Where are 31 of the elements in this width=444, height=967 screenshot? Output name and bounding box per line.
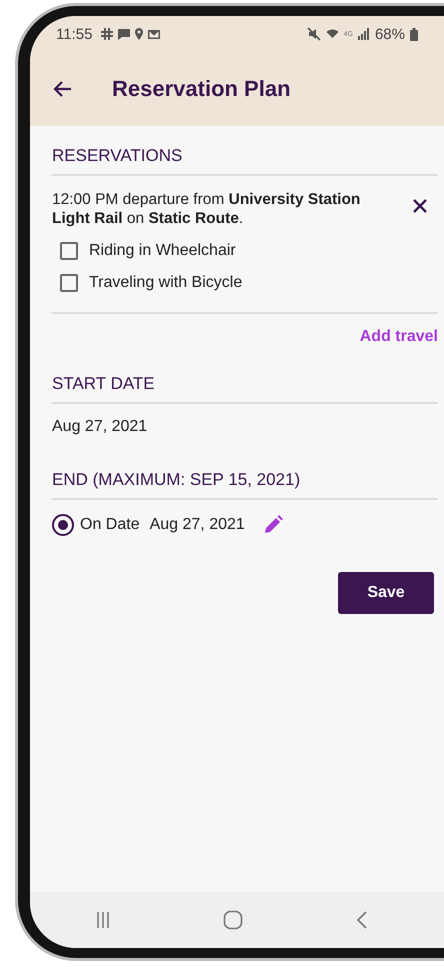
mail-icon <box>148 30 160 38</box>
section-heading: START DATE <box>52 374 156 394</box>
back-arrow-icon[interactable] <box>52 80 72 98</box>
mute-icon <box>306 27 321 41</box>
home-icon[interactable] <box>222 910 243 930</box>
end-date-value: Aug 27, 2021 <box>150 516 245 534</box>
pencil-icon[interactable] <box>262 515 283 535</box>
section-heading: RESERVATIONS <box>52 146 184 166</box>
save-button[interactable]: Save <box>338 572 434 614</box>
battery-level: 68% <box>374 26 405 42</box>
wifi-icon <box>326 27 339 41</box>
section-heading: END (MAXIMUM: SEP 15, 2021) <box>52 470 302 490</box>
close-icon[interactable] <box>412 198 428 214</box>
back-icon[interactable] <box>356 911 368 929</box>
checkbox-label: Traveling with Bicycle <box>89 274 242 292</box>
radio-label: On Date <box>80 516 140 534</box>
start-date-value: Aug 27, 2021 <box>52 418 148 436</box>
radio-button[interactable] <box>52 514 74 536</box>
chat-icon <box>118 28 130 40</box>
checkbox[interactable] <box>60 242 78 260</box>
battery-icon <box>410 28 418 40</box>
checkbox-label: Riding in Wheelchair <box>89 242 236 260</box>
hash-icon <box>101 28 114 40</box>
location-icon <box>135 28 144 40</box>
checkbox[interactable] <box>60 274 78 292</box>
status-time: 11:55 <box>56 26 92 42</box>
recent-apps-icon[interactable] <box>96 911 110 929</box>
reservation-description: 12:00 PM departure from University Station Light Rail on Static Route. <box>52 190 362 228</box>
signal-icon <box>358 28 370 40</box>
add-travel-link[interactable]: Add travel <box>360 328 438 346</box>
screen-title: Reservation Plan <box>112 76 291 102</box>
